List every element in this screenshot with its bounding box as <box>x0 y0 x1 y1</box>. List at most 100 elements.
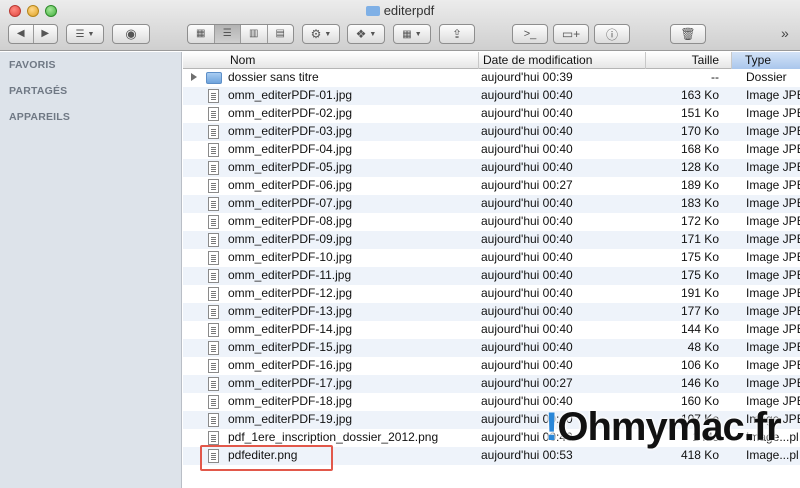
column-header-size[interactable]: Taille <box>646 52 732 69</box>
file-type: Image JPEG <box>746 322 800 336</box>
column-view-button[interactable]: ▥ <box>241 25 268 43</box>
chevron-down-icon: ▼ <box>414 30 422 38</box>
file-icon <box>208 233 219 247</box>
file-icon <box>208 251 219 265</box>
column-header: Nom Date de modification Taille Type <box>183 52 800 69</box>
sidebar-section-appareils[interactable]: APPAREILS <box>9 111 70 123</box>
file-icon <box>208 305 219 319</box>
sidebar-section-partages[interactable]: PARTAGÉS <box>9 85 67 97</box>
share-button[interactable]: ⇪ <box>439 24 475 44</box>
file-date: aujourd'hui 00:40 <box>481 340 573 354</box>
file-name: omm_editerPDF-13.jpg <box>228 304 353 318</box>
file-row[interactable]: omm_editerPDF-14.jpg aujourd'hui 00:40 144… <box>183 321 800 339</box>
arrange-grid-button[interactable]: ▦ ▼ <box>393 24 431 44</box>
file-name: omm_editerPDF-17.jpg <box>228 376 353 390</box>
terminal-button[interactable]: >_ <box>512 24 548 44</box>
file-date: aujourd'hui 00:40 <box>481 304 573 318</box>
file-type: Image JPEG <box>746 178 800 192</box>
file-type: Image JPEG <box>746 268 800 282</box>
file-row[interactable]: omm_editerPDF-17.jpg aujourd'hui 00:27 146… <box>183 375 800 393</box>
file-icon <box>208 413 219 427</box>
file-name: pdf_1ere_inscription_dossier_2012.png <box>228 430 439 444</box>
file-icon <box>208 107 219 121</box>
file-row[interactable]: omm_editerPDF-16.jpg aujourd'hui 00:40 106… <box>183 357 800 375</box>
file-date: aujourd'hui 00:40 <box>481 88 573 102</box>
sidebar: FAVORIS PARTAGÉS APPAREILS <box>0 52 182 488</box>
highlight-annotation <box>200 445 333 471</box>
forward-button[interactable]: ▶ <box>34 25 58 43</box>
file-size: 183 Ko <box>680 196 719 210</box>
arrange-button[interactable]: ☰ ▼ <box>66 24 104 44</box>
file-date: aujourd'hui 00:27 <box>481 376 573 390</box>
file-row[interactable]: omm_editerPDF-06.jpg aujourd'hui 00:27 189… <box>183 177 800 195</box>
action-button[interactable]: ⚙ ▼ <box>302 24 340 44</box>
quicklook-button[interactable]: ◉ <box>112 24 150 44</box>
file-row[interactable]: omm_editerPDF-03.jpg aujourd'hui 00:40 170… <box>183 123 800 141</box>
chevron-down-icon: ▼ <box>87 30 95 38</box>
file-icon <box>208 359 219 373</box>
window-title: editerpdf <box>0 3 800 18</box>
file-size: 175 Ko <box>680 268 719 282</box>
file-row[interactable]: omm_editerPDF-04.jpg aujourd'hui 00:40 168… <box>183 141 800 159</box>
file-row[interactable]: omm_editerPDF-12.jpg aujourd'hui 00:40 191… <box>183 285 800 303</box>
column-header-type[interactable]: Type <box>732 52 800 69</box>
file-name: omm_editerPDF-02.jpg <box>228 106 353 120</box>
get-info-button[interactable]: ⓘ <box>594 24 630 44</box>
file-size: 106 Ko <box>680 358 719 372</box>
file-size: 191 Ko <box>680 286 719 300</box>
file-row[interactable]: omm_editerPDF-15.jpg aujourd'hui 00:40 48 … <box>183 339 800 357</box>
chevron-down-icon: ▼ <box>369 30 377 38</box>
file-row[interactable]: omm_editerPDF-05.jpg aujourd'hui 00:40 128… <box>183 159 800 177</box>
file-name: omm_editerPDF-18.jpg <box>228 394 353 408</box>
file-icon <box>208 179 219 193</box>
file-size: 48 Ko <box>687 340 719 354</box>
file-name: omm_editerPDF-09.jpg <box>228 232 353 246</box>
file-row[interactable]: omm_editerPDF-08.jpg aujourd'hui 00:40 172… <box>183 213 800 231</box>
file-icon <box>208 377 219 391</box>
file-name: omm_editerPDF-10.jpg <box>228 250 353 264</box>
sidebar-section-favoris[interactable]: FAVORIS <box>9 59 56 71</box>
folder-row[interactable]: dossier sans titre aujourd'hui 00:39 -- Dos… <box>183 69 800 87</box>
column-header-date[interactable]: Date de modification <box>479 52 646 69</box>
file-type: Image JPEG <box>746 232 800 246</box>
file-size: 177 Ko <box>680 304 719 318</box>
list-arrange-icon: ☰ <box>75 28 85 40</box>
info-icon: ⓘ <box>605 27 618 42</box>
file-date: aujourd'hui 00:40 <box>481 142 573 156</box>
file-date: aujourd'hui 00:40 <box>481 232 573 246</box>
dropbox-button[interactable]: ❖ ▼ <box>347 24 385 44</box>
file-type: Image JPEG <box>746 106 800 120</box>
file-icon <box>208 125 219 139</box>
file-date: aujourd'hui 00:40 <box>481 160 573 174</box>
file-icon <box>208 161 219 175</box>
new-folder-button[interactable]: ▭+ <box>553 24 589 44</box>
file-icon <box>208 431 219 445</box>
file-icon <box>208 323 219 337</box>
file-row[interactable]: omm_editerPDF-13.jpg aujourd'hui 00:40 177… <box>183 303 800 321</box>
file-row[interactable]: omm_editerPDF-02.jpg aujourd'hui 00:40 151… <box>183 105 800 123</box>
file-row[interactable]: omm_editerPDF-01.jpg aujourd'hui 00:40 163… <box>183 87 800 105</box>
file-row[interactable]: omm_editerPDF-07.jpg aujourd'hui 00:40 183… <box>183 195 800 213</box>
icon-view-button[interactable]: ▦ <box>188 25 215 43</box>
file-row[interactable]: omm_editerPDF-10.jpg aujourd'hui 00:40 175… <box>183 249 800 267</box>
chevron-down-icon: ▼ <box>324 30 332 38</box>
file-name: omm_editerPDF-16.jpg <box>228 358 353 372</box>
coverflow-view-button[interactable]: ▤ <box>268 25 294 43</box>
file-icon <box>208 287 219 301</box>
file-icon <box>208 269 219 283</box>
trash-button[interactable]: 🗑 <box>670 24 706 44</box>
disclosure-triangle-icon[interactable] <box>191 73 197 81</box>
toolbar-overflow-button[interactable]: » <box>781 25 789 41</box>
file-row[interactable]: omm_editerPDF-11.jpg aujourd'hui 00:40 175… <box>183 267 800 285</box>
icon-view-icon: ▦ <box>196 28 206 39</box>
file-date: aujourd'hui 00:40 <box>481 214 573 228</box>
file-type: Image JPEG <box>746 124 800 138</box>
list-view-button[interactable]: ☰ <box>214 25 241 43</box>
file-name: omm_editerPDF-14.jpg <box>228 322 353 336</box>
watermark-text: Ohmymac.fr <box>557 405 781 449</box>
file-size: 189 Ko <box>680 178 719 192</box>
file-icon <box>208 89 219 103</box>
file-row[interactable]: omm_editerPDF-09.jpg aujourd'hui 00:40 171… <box>183 231 800 249</box>
column-header-name[interactable]: Nom <box>226 52 479 69</box>
back-button[interactable]: ◀ <box>9 25 34 43</box>
